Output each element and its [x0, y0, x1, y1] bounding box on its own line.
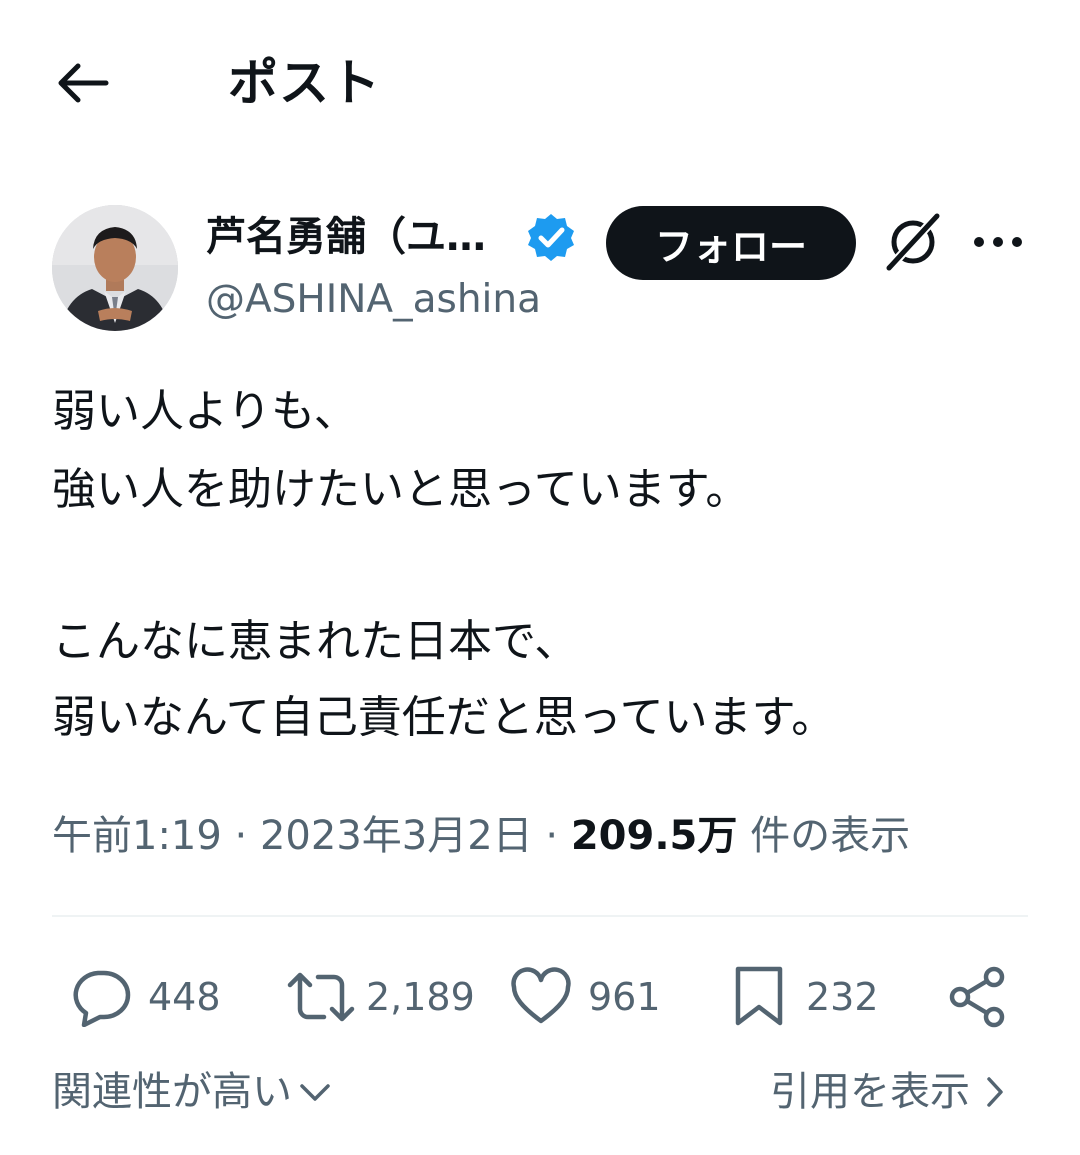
- share-icon: [946, 965, 1010, 1029]
- bookmark-button[interactable]: 232: [732, 962, 879, 1032]
- meta-separator: ·: [234, 813, 248, 859]
- repost-count: 2,189: [366, 975, 475, 1019]
- grok-icon[interactable]: [883, 212, 943, 272]
- tweet-time[interactable]: 午前1:19: [52, 813, 222, 859]
- meta-separator: ·: [545, 813, 559, 859]
- bookmark-count: 232: [806, 975, 879, 1019]
- back-arrow-icon[interactable]: [52, 58, 110, 108]
- bookmark-icon: [732, 965, 786, 1029]
- reply-icon: [68, 967, 134, 1027]
- sort-label: 関連性が高い: [52, 1069, 292, 1115]
- follow-button[interactable]: フォロー: [606, 206, 856, 280]
- tweet-text-line: こんなに恵まれた日本で、: [52, 616, 579, 667]
- view-quotes-link[interactable]: 引用を表示: [770, 1064, 1006, 1120]
- more-options-icon[interactable]: [970, 222, 1026, 262]
- verified-badge-icon: [526, 212, 576, 262]
- divider: [52, 915, 1028, 917]
- tweet-text-line: 強い人を助けたいと思っています。: [52, 464, 750, 515]
- like-button[interactable]: 961: [510, 962, 661, 1032]
- display-name[interactable]: 芦名勇舗（ユ…: [206, 210, 486, 264]
- sort-relevance-dropdown[interactable]: 関連性が高い: [52, 1064, 332, 1120]
- tweet-date[interactable]: 2023年3月2日: [260, 813, 533, 859]
- like-count: 961: [588, 975, 661, 1019]
- page-title: ポスト: [228, 54, 381, 112]
- views-label: 件の表示: [750, 813, 911, 859]
- user-handle[interactable]: @ASHINA_ashina: [206, 274, 541, 326]
- quotes-label: 引用を表示: [770, 1069, 970, 1115]
- share-button[interactable]: [946, 962, 1010, 1032]
- tweet-text-line: 弱い人よりも、: [52, 386, 358, 437]
- chevron-right-icon: [984, 1074, 1006, 1110]
- chevron-down-icon: [298, 1080, 332, 1104]
- repost-button[interactable]: 2,189: [286, 962, 475, 1032]
- tweet-meta: 午前1:19 · 2023年3月2日 · 209.5万 件の表示: [52, 808, 910, 864]
- views-count: 209.5万: [570, 813, 738, 859]
- tweet-text-line: 弱いなんて自己責任だと思っています。: [52, 692, 836, 743]
- reply-button[interactable]: 448: [68, 962, 221, 1032]
- avatar[interactable]: [52, 205, 178, 331]
- reply-count: 448: [148, 975, 221, 1019]
- heart-icon: [510, 967, 572, 1027]
- repost-icon: [286, 967, 356, 1027]
